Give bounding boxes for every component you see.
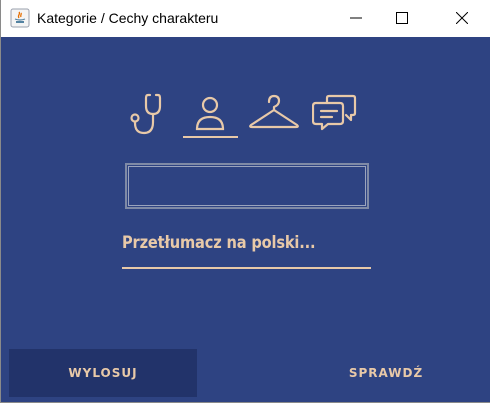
title-bar[interactable]: Kategorie / Cechy charakteru (1, 0, 490, 37)
minimize-button[interactable] (333, 0, 379, 37)
draw-button[interactable]: WYLOSUJ (9, 349, 197, 397)
close-button[interactable] (439, 0, 485, 37)
check-button[interactable]: SPRAWDŹ (292, 349, 480, 397)
person-icon (195, 96, 225, 131)
prompt-underline (122, 267, 371, 269)
main-panel: Przetłumacz na polski... WYLOSUJ SPRAWDŹ (2, 37, 490, 402)
stethoscope-icon (130, 93, 162, 135)
category-tab-character[interactable] (188, 93, 232, 137)
category-tab-medical[interactable] (130, 93, 174, 137)
maximize-icon (396, 12, 408, 24)
maximize-button[interactable] (379, 0, 425, 37)
answer-input[interactable] (127, 165, 367, 207)
hanger-icon (249, 94, 299, 129)
category-tab-conversation[interactable] (312, 93, 358, 137)
java-app-icon (10, 8, 30, 28)
chat-bubbles-icon (312, 94, 357, 131)
close-icon (456, 12, 468, 24)
translate-prompt: Przetłumacz na polski... (122, 233, 316, 253)
category-tab-clothing[interactable] (248, 93, 300, 137)
answer-input-box[interactable] (125, 163, 369, 209)
window-title: Kategorie / Cechy charakteru (37, 10, 219, 26)
app-window: Kategorie / Cechy charakteru Przetłumacz… (0, 0, 490, 403)
minimize-icon (350, 17, 362, 19)
selected-tab-indicator (183, 136, 238, 138)
